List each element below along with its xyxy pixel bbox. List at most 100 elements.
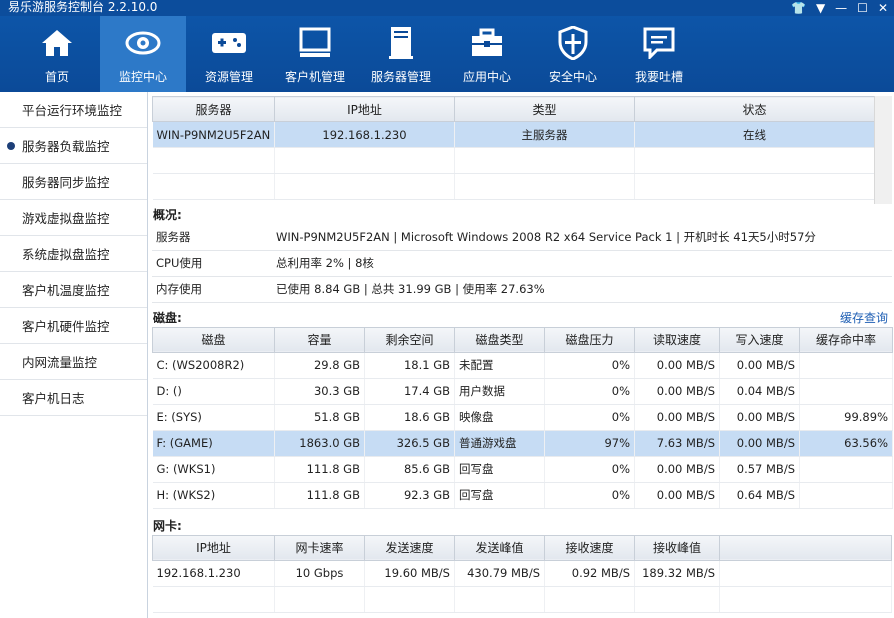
table-row[interactable]: H: (WKS2) 111.8 GB 92.3 GB 回写盘 0% 0.00 M…	[152, 482, 893, 509]
tab-monitor-center[interactable]: 监控中心	[100, 16, 186, 92]
overview-title: 概况:	[153, 208, 182, 222]
disk-cell: 回写盘	[454, 456, 545, 483]
sidebar-item-client-hardware[interactable]: 客户机硬件监控	[0, 308, 147, 344]
table-row[interactable]: E: (SYS) 51.8 GB 18.6 GB 映像盘 0% 0.00 MB/…	[152, 404, 893, 431]
disk-cell: 0%	[544, 404, 635, 431]
table-row[interactable]: 192.168.1.230 10 Gbps 19.60 MB/S 430.79 …	[152, 560, 892, 587]
tab-feedback[interactable]: 我要吐槽	[616, 16, 702, 92]
disk-cell: 29.8 GB	[274, 352, 365, 379]
overview-key: CPU使用	[152, 250, 272, 277]
disk-cell: 0%	[544, 456, 635, 483]
table-header-row: IP地址 网卡速率 发送速度 发送峰值 接收速度 接收峰值	[152, 534, 892, 561]
column-header[interactable]: 接收峰值	[634, 534, 720, 561]
column-header[interactable]: 服务器	[152, 96, 275, 122]
close-icon[interactable]: ✕	[878, 1, 888, 15]
column-header[interactable]: 状态	[634, 96, 875, 122]
monitor-icon	[296, 24, 334, 62]
gamepad-icon	[210, 24, 248, 62]
disk-cell: 0.00 MB/S	[719, 404, 800, 431]
overview-value: 总利用率 2% | 8核	[272, 250, 892, 277]
disk-cell: 111.8 GB	[274, 456, 365, 483]
table-row[interactable]: D: () 30.3 GB 17.4 GB 用户数据 0% 0.00 MB/S …	[152, 378, 893, 405]
column-header[interactable]: 磁盘	[152, 326, 275, 353]
tab-app-center-label: 应用中心	[462, 70, 511, 84]
toolbox-icon	[468, 24, 506, 62]
sidebar-item-client-temp[interactable]: 客户机温度监控	[0, 272, 147, 308]
column-header[interactable]: IP地址	[274, 96, 455, 122]
disk-cell	[799, 456, 893, 483]
sidebar-item-label: 客户机温度监控	[22, 283, 110, 298]
column-header[interactable]: 发送峰值	[454, 534, 545, 561]
menu-dropdown-icon[interactable]: ▼	[816, 1, 825, 15]
cache-query-link[interactable]: 缓存查询	[840, 309, 888, 327]
disk-cell	[799, 482, 893, 509]
column-header[interactable]: 剩余空间	[364, 326, 455, 353]
main-panel: 服务器 IP地址 类型 状态 WIN-P9NM2U5F2AN 192.168.1…	[152, 96, 893, 618]
tab-server-management[interactable]: 服务器管理	[358, 16, 444, 92]
minimize-icon[interactable]: —	[835, 1, 847, 15]
disk-table: 磁盘 容量 剩余空间 磁盘类型 磁盘压力 读取速度 写入速度 缓存命中率 C: …	[152, 326, 893, 509]
sidebar-item-game-vdisk[interactable]: 游戏虚拟盘监控	[0, 200, 147, 236]
disk-cell: H: (WKS2)	[152, 482, 275, 509]
sidebar-item-label: 游戏虚拟盘监控	[22, 211, 110, 226]
overview-table: 服务器 WIN-P9NM2U5F2AN | Microsoft Windows …	[152, 224, 892, 303]
column-header[interactable]: 写入速度	[719, 326, 800, 353]
empty-row	[152, 173, 875, 200]
column-header[interactable]: 接收速度	[544, 534, 635, 561]
column-header[interactable]: 磁盘类型	[454, 326, 545, 353]
table-row[interactable]: G: (WKS1) 111.8 GB 85.6 GB 回写盘 0% 0.00 M…	[152, 456, 893, 483]
disk-cell: 111.8 GB	[274, 482, 365, 509]
column-header[interactable]: 类型	[454, 96, 635, 122]
table-row-selected[interactable]: F: (GAME) 1863.0 GB 326.5 GB 普通游戏盘 97% 7…	[152, 430, 893, 457]
disk-cell: 1863.0 GB	[274, 430, 365, 457]
server-ip-cell: 192.168.1.230	[274, 121, 455, 148]
column-header[interactable]: IP地址	[152, 534, 275, 561]
sidebar-item-server-sync[interactable]: 服务器同步监控	[0, 164, 147, 200]
overview-key: 内存使用	[152, 276, 272, 303]
empty-row	[152, 147, 875, 174]
column-header[interactable]: 发送速度	[364, 534, 455, 561]
table-row[interactable]: C: (WS2008R2) 29.8 GB 18.1 GB 未配置 0% 0.0…	[152, 352, 893, 379]
disk-cell: 0.00 MB/S	[719, 430, 800, 457]
nic-title: 网卡:	[153, 518, 182, 533]
column-header[interactable]: 网卡速率	[274, 534, 365, 561]
overview-value: WIN-P9NM2U5F2AN | Microsoft Windows 2008…	[272, 224, 892, 251]
disk-cell: 7.63 MB/S	[634, 430, 720, 457]
server-list-scrollbar[interactable]	[874, 96, 892, 204]
tab-client-management[interactable]: 客户机管理	[272, 16, 358, 92]
column-header[interactable]: 缓存命中率	[799, 326, 893, 353]
tab-home[interactable]: 首页	[14, 16, 100, 92]
nic-cell: 430.79 MB/S	[454, 560, 545, 587]
skin-icon[interactable]: 👕	[791, 1, 806, 15]
tab-resource-management-label: 资源管理	[204, 70, 253, 84]
overview-row: CPU使用 总利用率 2% | 8核	[152, 250, 892, 277]
sidebar-item-platform-env[interactable]: 平台运行环境监控	[0, 92, 147, 128]
sidebar-item-client-log[interactable]: 客户机日志	[0, 380, 147, 416]
server-type-cell: 主服务器	[454, 121, 635, 148]
sidebar-item-label: 内网流量监控	[22, 355, 98, 370]
column-header[interactable]: 读取速度	[634, 326, 720, 353]
maximize-icon[interactable]: ☐	[857, 1, 868, 15]
sidebar-item-system-vdisk[interactable]: 系统虚拟盘监控	[0, 236, 147, 272]
tab-resource-management[interactable]: 资源管理	[186, 16, 272, 92]
table-header-row: 磁盘 容量 剩余空间 磁盘类型 磁盘压力 读取速度 写入速度 缓存命中率	[152, 326, 893, 353]
nic-cell: 19.60 MB/S	[364, 560, 455, 587]
tab-server-management-label: 服务器管理	[370, 70, 431, 84]
column-header[interactable]: 磁盘压力	[544, 326, 635, 353]
disk-cell: 0.00 MB/S	[634, 378, 720, 405]
sidebar-item-lan-traffic[interactable]: 内网流量监控	[0, 344, 147, 380]
sidebar-item-label: 客户机硬件监控	[22, 319, 110, 334]
disk-cell: G: (WKS1)	[152, 456, 275, 483]
overview-key: 服务器	[152, 224, 272, 251]
disk-cell: 99.89%	[799, 404, 893, 431]
disk-cell: 30.3 GB	[274, 378, 365, 405]
tab-app-center[interactable]: 应用中心	[444, 16, 530, 92]
sidebar-item-server-load[interactable]: 服务器负载监控	[0, 128, 147, 164]
disk-cell: 0.00 MB/S	[634, 352, 720, 379]
server-table: 服务器 IP地址 类型 状态 WIN-P9NM2U5F2AN 192.168.1…	[152, 96, 875, 200]
column-header[interactable]: 容量	[274, 326, 365, 353]
table-row[interactable]: WIN-P9NM2U5F2AN 192.168.1.230 主服务器 在线	[152, 121, 875, 148]
nic-cell: 10 Gbps	[274, 560, 365, 587]
tab-security-center[interactable]: 安全中心	[530, 16, 616, 92]
nic-cell: 192.168.1.230	[152, 560, 275, 587]
